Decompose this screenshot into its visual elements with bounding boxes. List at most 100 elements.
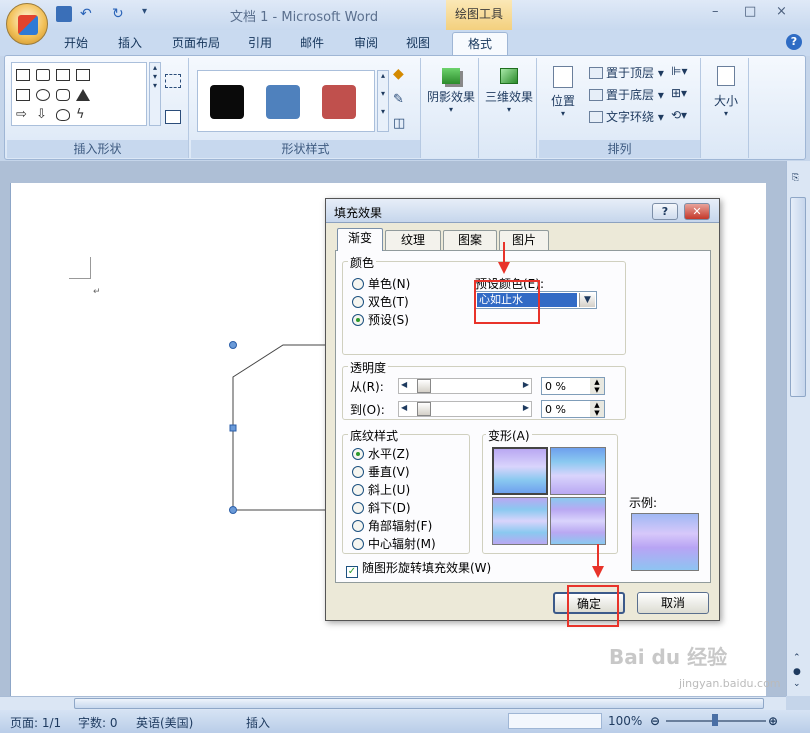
variant-3[interactable] <box>492 497 548 545</box>
bring-to-front-label: 置于顶层 <box>606 66 655 80</box>
tab-mailings[interactable]: 邮件 <box>292 32 332 56</box>
vertical-textbox-shape-icon[interactable] <box>76 69 90 81</box>
radio-from-corner[interactable]: 角部辐射(F) <box>352 517 432 534</box>
position-button[interactable]: 位置 ▾ <box>541 62 585 136</box>
3d-effects-button[interactable]: 三维效果 ▾ <box>483 62 535 154</box>
square-shape-icon[interactable] <box>16 89 30 101</box>
tab-home[interactable]: 开始 <box>56 32 96 56</box>
customize-qat-icon[interactable]: ▾ <box>142 6 158 22</box>
tab-insert[interactable]: 插入 <box>110 32 150 56</box>
hscroll-thumb[interactable] <box>74 698 764 709</box>
edit-shape-icon[interactable] <box>165 74 181 88</box>
radio-diagonal-up[interactable]: 斜上(U) <box>352 481 410 498</box>
save-icon[interactable] <box>56 6 72 22</box>
radio-diagonal-down-dot <box>352 502 364 514</box>
dialog-tab-pattern[interactable]: 图案 <box>443 230 497 250</box>
text-box-icon[interactable] <box>165 110 181 124</box>
rotate-icon[interactable]: ⟲▾ <box>671 108 687 122</box>
right-arrow-shape-icon[interactable]: ⇨ <box>16 108 30 121</box>
text-wrapping-button[interactable]: 文字环绕 ▾ <box>589 108 664 125</box>
transparency-from-spinner[interactable]: 0 % ▲ ▼ <box>541 377 605 395</box>
send-to-back-button[interactable]: 置于底层 ▾ <box>589 86 664 103</box>
style-swatch-red[interactable] <box>322 85 356 119</box>
radio-preset[interactable]: 预设(S) <box>352 311 409 328</box>
shape-fill-icon[interactable]: ◆ <box>393 66 404 82</box>
shape-outline-icon[interactable]: ✎ <box>393 92 404 107</box>
shape-styles-gallery[interactable] <box>197 70 375 132</box>
radio-from-center[interactable]: 中心辐射(M) <box>352 535 436 552</box>
variant-1[interactable] <box>492 447 548 495</box>
next-page-icon[interactable]: ⌄ <box>793 679 801 689</box>
dialog-close-button[interactable]: ✕ <box>684 203 710 220</box>
size-button[interactable]: 大小 ▾ <box>705 62 747 154</box>
zoom-slider-thumb[interactable] <box>712 714 718 726</box>
transparency-to-value: 0 % <box>545 403 566 416</box>
cancel-button[interactable]: 取消 <box>637 592 709 614</box>
maximize-button[interactable]: □ <box>744 4 756 19</box>
shapes-gallery-scroll[interactable]: ▴ ▾ ▾ <box>149 62 161 126</box>
lightning-shape-icon[interactable]: ϟ <box>76 108 90 121</box>
dropdown-arrow-icon[interactable]: ▼ <box>579 293 595 307</box>
rotate-with-shape-checkbox[interactable]: ✓ 随图形旋转填充效果(W) <box>346 559 491 578</box>
radio-one-color[interactable]: 单色(N) <box>352 275 410 292</box>
close-button[interactable]: × <box>776 4 787 19</box>
variant-4[interactable] <box>550 497 606 545</box>
vertical-scrollbar[interactable]: ⎘ ⌃ ● ⌄ <box>786 161 810 696</box>
from-slider-thumb[interactable] <box>417 379 431 393</box>
group-icon[interactable]: ⊞▾ <box>671 86 687 100</box>
dialog-tab-gradient[interactable]: 渐变 <box>337 228 383 251</box>
tab-format[interactable]: 格式 <box>452 32 508 56</box>
radio-diagonal-down[interactable]: 斜下(D) <box>352 499 411 516</box>
shapes-gallery[interactable]: ⇨ ⇩ ϟ <box>11 62 147 126</box>
status-zoom-level[interactable]: 100% <box>608 714 642 728</box>
style-swatch-black[interactable] <box>210 85 244 119</box>
cloud-shape-icon[interactable] <box>56 109 70 121</box>
radio-vertical[interactable]: 垂直(V) <box>352 463 410 480</box>
style-swatch-blue[interactable] <box>266 85 300 119</box>
align-icon[interactable]: ⊫▾ <box>671 64 687 78</box>
status-page[interactable]: 页面: 1/1 <box>10 714 61 731</box>
styles-gallery-scroll[interactable]: ▴ ▾ ▾ <box>377 70 389 132</box>
tab-page-layout[interactable]: 页面布局 <box>164 32 228 56</box>
undo-icon[interactable]: ↶ <box>80 6 96 22</box>
prev-page-icon[interactable]: ⌃ <box>793 653 801 663</box>
to-slider-thumb[interactable] <box>417 402 431 416</box>
tab-view[interactable]: 视图 <box>398 32 438 56</box>
ruler-toggle-icon[interactable]: ⎘ <box>792 173 804 185</box>
radio-horizontal[interactable]: 水平(Z) <box>352 445 410 462</box>
tab-review[interactable]: 审阅 <box>346 32 386 56</box>
dialog-help-button[interactable]: ? <box>652 203 678 220</box>
zoom-in-icon[interactable]: ⊕ <box>768 714 778 728</box>
bring-to-front-button[interactable]: 置于顶层 ▾ <box>589 64 664 81</box>
transparency-to-slider[interactable]: ◀ ▶ <box>398 401 532 417</box>
dialog-tab-picture[interactable]: 图片 <box>499 230 549 250</box>
transparency-to-spinner[interactable]: 0 % ▲ ▼ <box>541 400 605 418</box>
vscroll-thumb[interactable] <box>790 197 806 397</box>
radio-two-colors[interactable]: 双色(T) <box>352 293 409 310</box>
status-word-count[interactable]: 字数: 0 <box>78 714 118 731</box>
help-icon[interactable]: ? <box>786 34 802 50</box>
text-wrapping-icon <box>589 111 603 123</box>
transparency-from-slider[interactable]: ◀ ▶ <box>398 378 532 394</box>
change-shape-icon[interactable]: ◫ <box>393 116 405 131</box>
office-button[interactable] <box>6 3 48 45</box>
oval-shape-icon[interactable] <box>36 89 50 101</box>
variant-2[interactable] <box>550 447 606 495</box>
browse-object-icon[interactable]: ● <box>793 667 801 677</box>
triangle-shape-icon[interactable] <box>76 89 90 101</box>
zoom-out-icon[interactable]: ⊖ <box>650 714 660 728</box>
dialog-tab-texture[interactable]: 纹理 <box>385 230 441 250</box>
status-language[interactable]: 英语(美国) <box>136 714 193 731</box>
shadow-effects-button[interactable]: 阴影效果 ▾ <box>425 62 477 154</box>
redo-icon[interactable]: ↻ <box>112 6 128 22</box>
rectangle-shape-icon[interactable] <box>16 69 30 81</box>
down-arrow-shape-icon[interactable]: ⇩ <box>36 108 50 121</box>
tab-references[interactable]: 引用 <box>240 32 280 56</box>
minimize-button[interactable]: – <box>712 4 719 19</box>
textbox-shape-icon[interactable] <box>56 69 70 81</box>
rounded-rect-shape-icon[interactable] <box>56 89 70 101</box>
status-insert-mode[interactable]: 插入 <box>246 714 270 731</box>
horizontal-scrollbar[interactable] <box>0 696 786 710</box>
view-buttons[interactable] <box>508 713 602 729</box>
arrow-up-shape-icon[interactable] <box>36 69 50 81</box>
